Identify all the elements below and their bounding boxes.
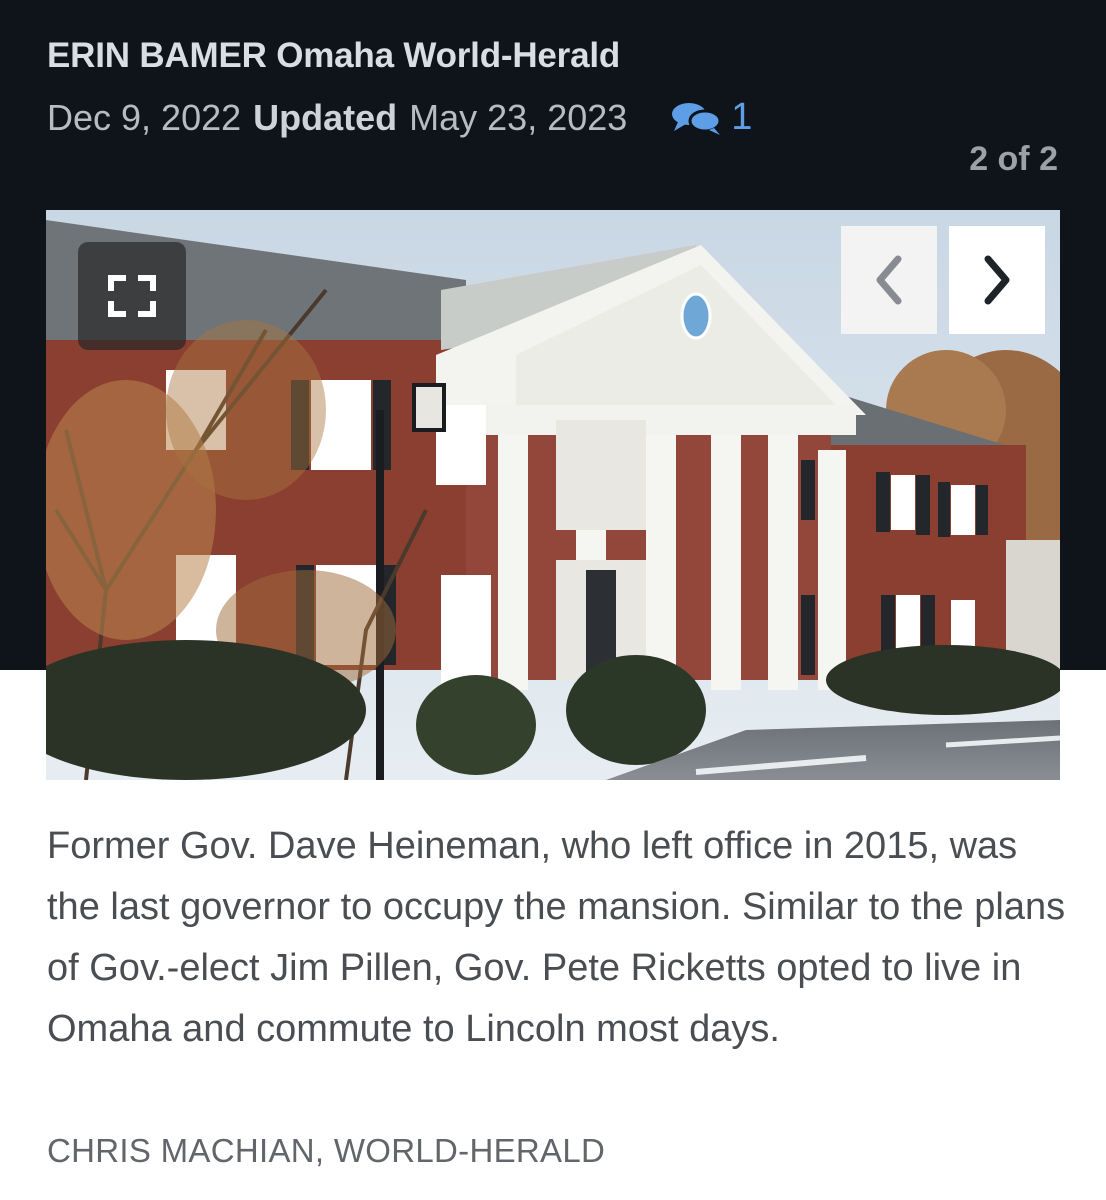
gallery-counter: 2 of 2	[969, 140, 1058, 178]
photo-credit: CHRIS MACHIAN, WORLD-HERALD	[47, 1132, 606, 1169]
published-date: Dec 9, 2022	[47, 96, 242, 138]
fullscreen-button[interactable]	[78, 242, 186, 350]
previous-photo-button[interactable]	[841, 226, 937, 334]
expand-icon	[108, 275, 156, 317]
next-photo-button[interactable]	[949, 226, 1045, 334]
byline: ERIN BAMER Omaha World-Herald	[47, 36, 621, 75]
chevron-right-icon	[984, 255, 1010, 305]
chevron-left-icon	[876, 255, 902, 305]
updated-date: May 23, 2023	[409, 96, 628, 138]
comments-link[interactable]: 1	[669, 96, 752, 139]
comment-count: 1	[731, 96, 753, 138]
photo-caption: Former Gov. Dave Heineman, who left offi…	[47, 825, 1066, 1050]
updated-label: Updated	[253, 96, 398, 138]
comments-icon	[672, 102, 722, 135]
gallery-photo	[46, 210, 1060, 780]
article-dates: Dec 9, 2022 Updated May 23, 2023 1	[47, 96, 752, 139]
